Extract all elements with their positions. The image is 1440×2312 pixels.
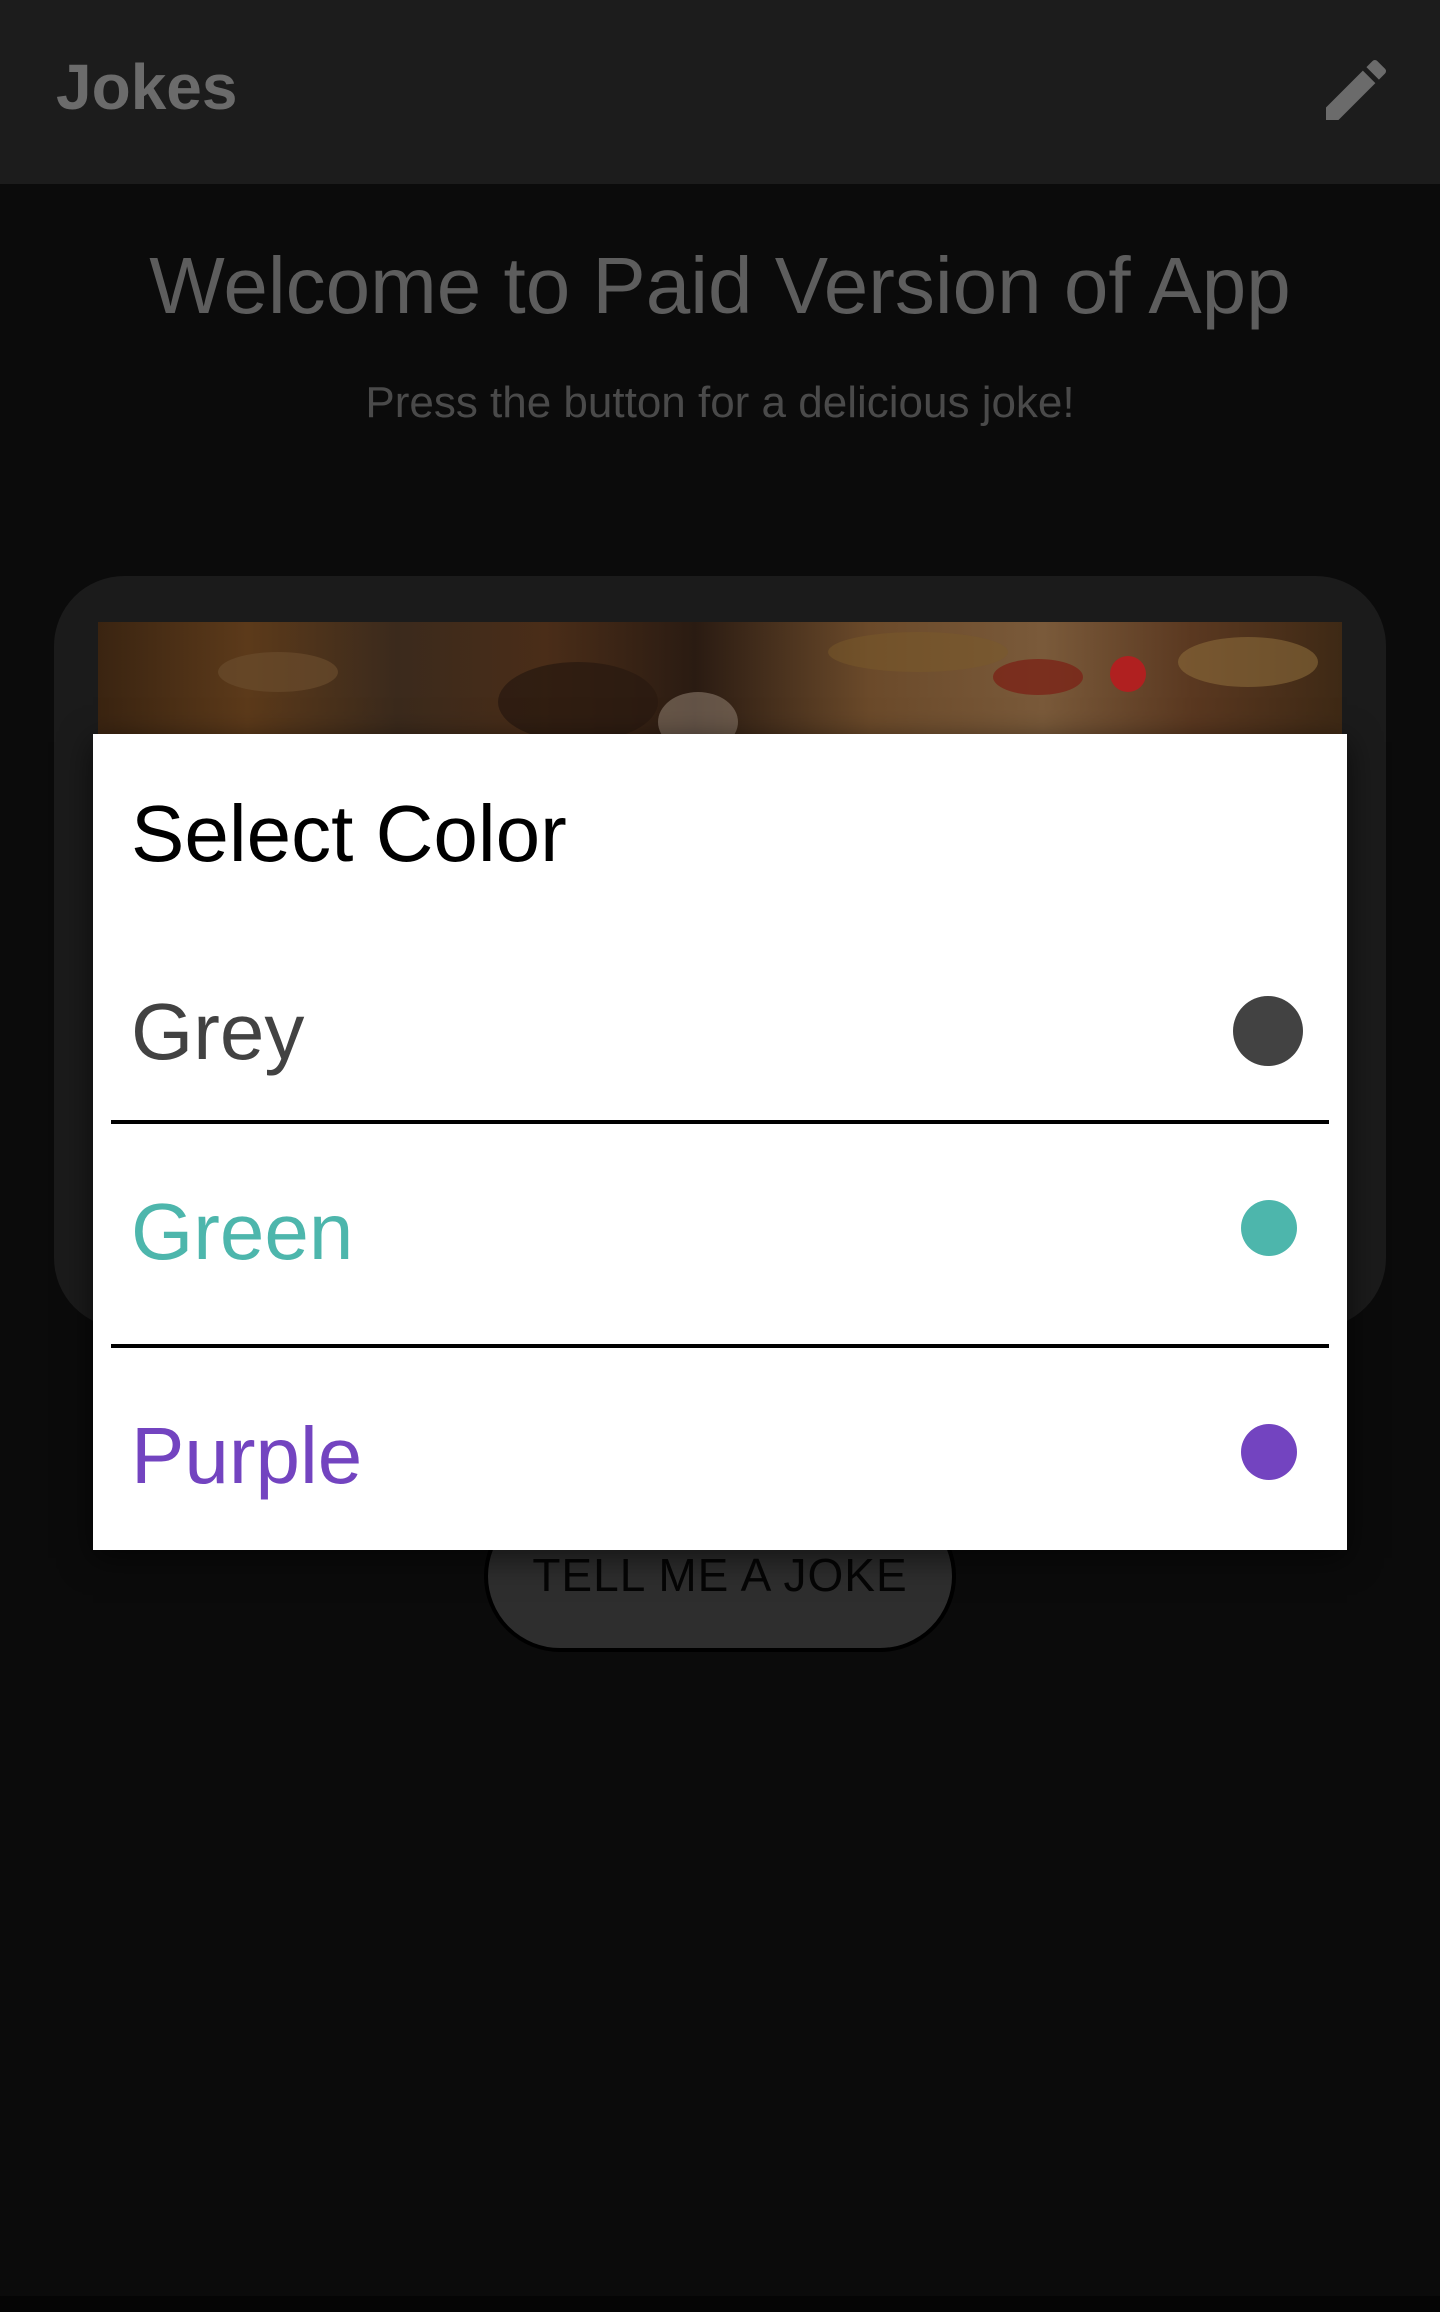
app-bar: Jokes <box>0 0 1440 184</box>
option-purple[interactable]: Purple <box>93 1348 1347 1550</box>
select-color-dialog: Select Color Grey Green Purple <box>93 734 1347 1550</box>
tell-joke-button-label: TELL ME A JOKE <box>532 1549 908 1601</box>
green-swatch-icon <box>1241 1200 1297 1256</box>
bottom-edge <box>0 2296 1440 2312</box>
option-grey-label: Grey <box>131 987 305 1076</box>
card-image <box>98 622 1342 736</box>
option-green[interactable]: Green <box>93 1124 1347 1348</box>
dialog-title: Select Color <box>131 789 567 878</box>
grey-swatch-icon <box>1233 996 1303 1066</box>
edit-icon[interactable] <box>1316 50 1396 130</box>
option-grey[interactable]: Grey <box>93 920 1347 1144</box>
subtitle-text: Press the button for a delicious joke! <box>365 378 1075 427</box>
purple-swatch-icon <box>1241 1424 1297 1480</box>
option-purple-label: Purple <box>131 1411 363 1500</box>
welcome-heading: Welcome to Paid Version of App <box>149 241 1291 330</box>
app-screen: Jokes Welcome to Paid Version of App Pre… <box>0 0 1440 2312</box>
option-green-label: Green <box>131 1187 354 1276</box>
app-title: Jokes <box>56 51 238 123</box>
